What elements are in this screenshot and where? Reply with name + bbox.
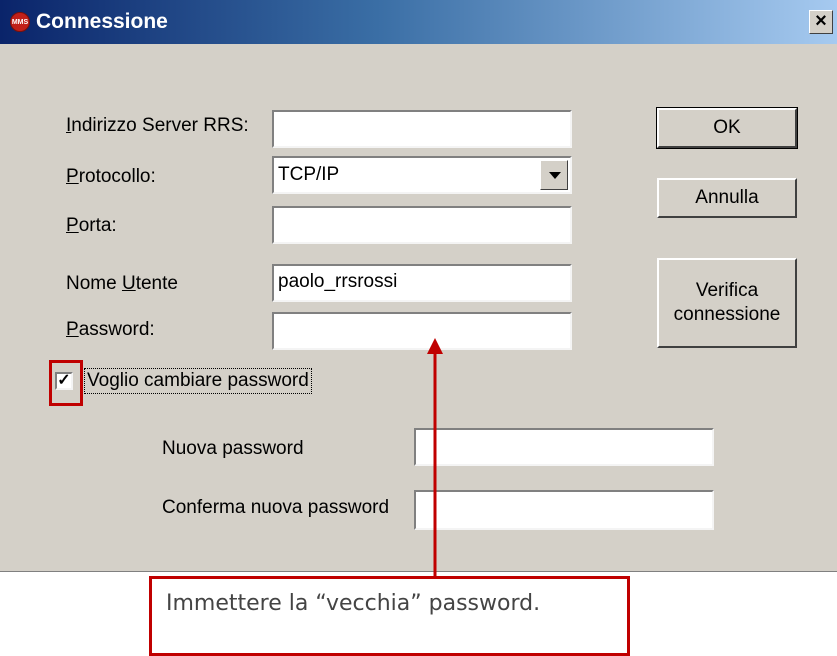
arrow-head (427, 338, 443, 354)
callout-text: Immettere la “vecchia” password. (166, 591, 541, 616)
annotation-arrow (427, 338, 443, 576)
callout-box: Immettere la “vecchia” password. (149, 576, 630, 656)
